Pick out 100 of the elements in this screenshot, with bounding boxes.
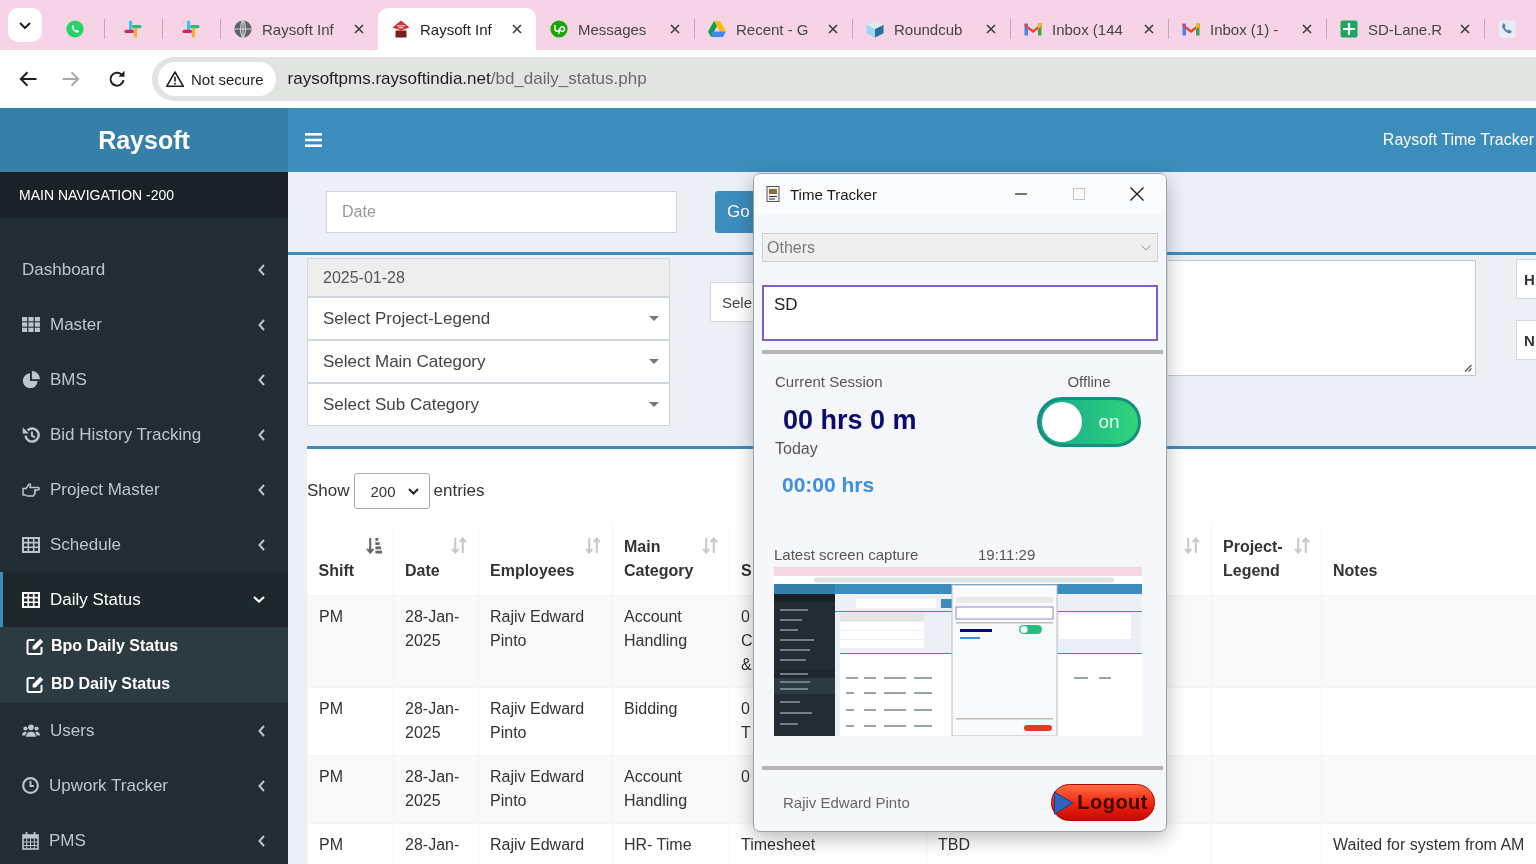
dropdown[interactable]: Select Main Category <box>307 340 670 383</box>
play-icon <box>1053 789 1075 816</box>
table-cell-text: Timesheet <box>741 835 816 855</box>
sidebar-item[interactable]: Bid History Tracking <box>0 407 288 462</box>
sidebar-item[interactable]: BMS <box>0 352 288 407</box>
browser-tab[interactable]: Messages <box>536 8 694 50</box>
date-value-field[interactable]: 2025-01-28 <box>307 258 670 297</box>
table-cell-text: Rajiv Edward <box>490 835 585 855</box>
dropdown[interactable]: Select Project-Legend <box>307 297 670 340</box>
globe-icon <box>234 20 252 38</box>
users-icon <box>22 724 40 737</box>
table-cell-text: PM <box>319 767 343 787</box>
task-input-field[interactable]: SD <box>762 285 1158 341</box>
column-header[interactable]: S <box>741 559 752 583</box>
capture-time: 19:11:29 <box>978 545 1036 565</box>
browser-tab[interactable]: Roundcub <box>852 8 1010 50</box>
date-field[interactable]: Date <box>326 191 677 233</box>
reload-icon[interactable] <box>108 70 126 88</box>
capture-label: Latest screen capture <box>774 545 919 565</box>
browser-tab[interactable]: Inbox (144 <box>1010 8 1168 50</box>
table-cell-text: PM <box>319 835 343 855</box>
browser-tab[interactable]: SD-Lane.R <box>1326 8 1484 50</box>
table-cell-text: HR- Time <box>624 835 692 855</box>
close-icon[interactable] <box>670 24 680 34</box>
entries-dropdown[interactable]: 200 <box>353 473 430 509</box>
browser-tab[interactable]: Recent - G <box>694 8 852 50</box>
round-logo-icon <box>550 20 568 38</box>
column-header[interactable]: Main Category <box>624 535 698 583</box>
table-cell-text: Rajiv Edward Pinto <box>490 767 586 811</box>
table-cell-text: Rajiv Edward Pinto <box>490 699 586 743</box>
browser-tab[interactable]: Inbox (1) - <box>1168 8 1326 50</box>
sidebar-item[interactable]: Upwork Tracker <box>0 758 288 813</box>
sidebar-item[interactable]: Project Master <box>0 462 288 517</box>
menu-icon[interactable] <box>305 133 322 147</box>
sidebar-item[interactable]: Master <box>0 297 288 352</box>
sidebar-item[interactable]: PMS <box>0 813 288 864</box>
column-header[interactable]: Notes <box>1333 559 1378 583</box>
submenu-item[interactable]: BD Daily Status <box>0 665 288 703</box>
sidebar-item[interactable]: Users <box>0 703 288 758</box>
sidebar-item[interactable]: Dashboard <box>0 242 288 297</box>
logo-icon <box>392 20 410 38</box>
submenu-item[interactable]: Bpo Daily Status <box>0 627 288 665</box>
chevron-down-icon <box>19 21 31 29</box>
sidebar-item[interactable]: Daily Status <box>0 572 288 627</box>
input-field[interactable]: H <box>1516 259 1536 299</box>
close-icon[interactable] <box>1460 24 1470 34</box>
tab-search-button[interactable] <box>8 8 42 42</box>
column-header[interactable]: Employees <box>490 559 575 583</box>
address-bar[interactable]: Not secure raysoftpms.raysoftindia.net/bd_daily_status.php <box>152 57 1536 101</box>
table-icon <box>22 591 40 608</box>
entries-label: entries <box>433 481 485 501</box>
table-cell-text: 0 <box>741 767 750 787</box>
calendar-icon <box>22 831 39 850</box>
chevron-down-icon <box>1141 244 1151 251</box>
table-cell-text: 0 C & <box>741 607 753 675</box>
sidebar-item[interactable]: Schedule <box>0 517 288 572</box>
triangle-logo-icon <box>708 20 726 38</box>
app-title: Raysoft Time Tracker <box>1382 131 1535 149</box>
table-cell-text: Rajiv Edward Pinto <box>490 607 586 651</box>
input-field[interactable]: N <box>1516 320 1536 360</box>
table-cell-text: TBD <box>938 835 970 855</box>
brand-logo[interactable]: Raysoft <box>0 108 288 172</box>
column-header[interactable]: Date <box>405 559 440 583</box>
table-cell-text: PM <box>319 607 343 627</box>
security-chip[interactable]: Not secure <box>158 62 276 96</box>
caret-down-icon <box>649 359 659 364</box>
close-icon[interactable] <box>512 24 522 34</box>
text-area-field[interactable] <box>1168 260 1476 376</box>
close-icon[interactable] <box>1302 24 1312 34</box>
hand-pointing-icon <box>22 482 40 497</box>
status-label: Offline <box>1067 374 1111 390</box>
dropdown[interactable]: Select Sub Category <box>307 383 670 426</box>
dropdown[interactable]: Sele <box>710 282 753 322</box>
caret-down-icon <box>649 402 659 407</box>
table-cell-text: PM <box>319 699 343 719</box>
close-icon[interactable] <box>1130 187 1144 201</box>
window-title: Time Tracker <box>790 185 877 203</box>
column-header[interactable]: Project-Legend <box>1223 535 1290 583</box>
close-icon[interactable] <box>986 24 996 34</box>
today-time: 00:00 hrs <box>781 472 875 498</box>
browser-tab[interactable]: Raysoft Inf <box>220 8 378 50</box>
column-header[interactable]: Shift <box>318 559 355 583</box>
close-icon[interactable] <box>1144 24 1154 34</box>
cube-icon <box>866 20 884 38</box>
table-cell-text: Account Handling <box>624 607 689 651</box>
close-icon[interactable] <box>354 24 364 34</box>
table-cell-text: Waited for system from AM <box>1333 835 1525 855</box>
session-label: Current Session <box>775 374 883 390</box>
logout-button[interactable]: Logout <box>1051 784 1155 821</box>
pie-chart-icon <box>22 371 40 388</box>
go-button[interactable]: Go <box>715 191 753 233</box>
table-cell-text: Account Handling <box>624 767 689 811</box>
back-icon[interactable] <box>19 71 37 87</box>
browser-tab[interactable]: Raysoft Inf <box>378 8 536 50</box>
table-cell-text: Bidding <box>624 699 678 719</box>
history-icon <box>22 425 40 444</box>
sort-ascending-icon[interactable] <box>366 537 382 554</box>
table-cell-text: 28-Jan-2025 <box>405 607 461 651</box>
resize-handle-icon[interactable] <box>1463 363 1472 372</box>
close-icon[interactable] <box>828 24 838 34</box>
